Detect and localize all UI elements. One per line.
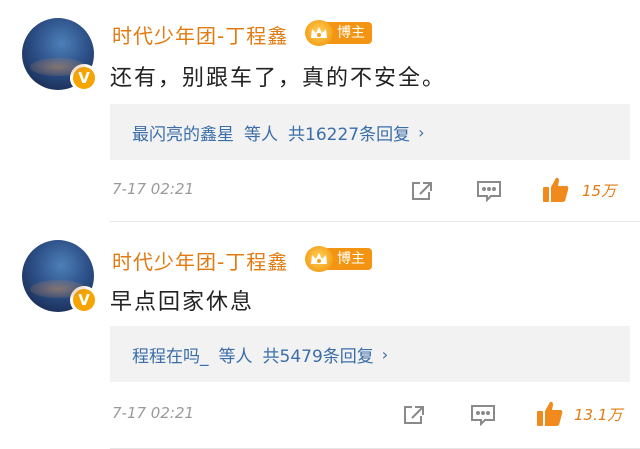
chevron-right-icon: › (381, 344, 389, 364)
reply-suffix: 等人 (218, 346, 253, 367)
comment-icon[interactable] (474, 178, 504, 204)
comment-item: V 时代少年团-丁程鑫 博主 早点回家休息 程程在吗_ 等人 共5479条回复 … (0, 222, 640, 449)
like-count: 13.1万 (574, 406, 623, 424)
reply-count: 共5479条回复 (262, 346, 374, 367)
share-icon[interactable] (400, 402, 428, 428)
chevron-right-icon: › (418, 122, 425, 142)
verified-badge-icon: V (70, 286, 98, 314)
avatar[interactable]: V (22, 240, 98, 314)
timestamp: 7-17 02:21 (112, 180, 195, 198)
timestamp: 7-17 02:21 (112, 404, 195, 422)
blogger-badge: 博主 (305, 20, 372, 46)
username[interactable]: 时代少年团-丁程鑫 (112, 246, 288, 275)
reply-count: 共16227条回复 (288, 124, 411, 145)
like-count: 15万 (582, 182, 617, 200)
comment-icon[interactable] (468, 402, 498, 428)
verified-badge-icon: V (70, 64, 98, 92)
comment-item: V 时代少年团-丁程鑫 博主 还有，别跟车了，真的不安全。 最闪亮的鑫星 等人 … (0, 0, 640, 222)
blogger-badge: 博主 (305, 246, 372, 272)
crown-icon (305, 246, 333, 272)
crown-icon (305, 20, 333, 46)
avatar[interactable]: V (22, 18, 98, 92)
reply-user-name: 程程在吗_ (132, 346, 209, 367)
share-icon[interactable] (408, 178, 436, 204)
reply-user-name: 最闪亮的鑫星 (132, 124, 234, 145)
reply-summary-link[interactable]: 程程在吗_ 等人 共5479条回复 › (110, 326, 630, 382)
reply-suffix: 等人 (244, 124, 278, 145)
username[interactable]: 时代少年团-丁程鑫 (112, 20, 288, 49)
like-icon[interactable] (540, 174, 572, 206)
like-icon[interactable] (534, 398, 566, 430)
blogger-badge-label: 博主 (327, 248, 372, 270)
blogger-badge-label: 博主 (327, 22, 372, 44)
comment-text: 还有，别跟车了，真的不安全。 (110, 66, 447, 91)
comment-text: 早点回家休息 (110, 290, 255, 315)
reply-summary-link[interactable]: 最闪亮的鑫星 等人 共16227条回复 › (110, 104, 630, 160)
